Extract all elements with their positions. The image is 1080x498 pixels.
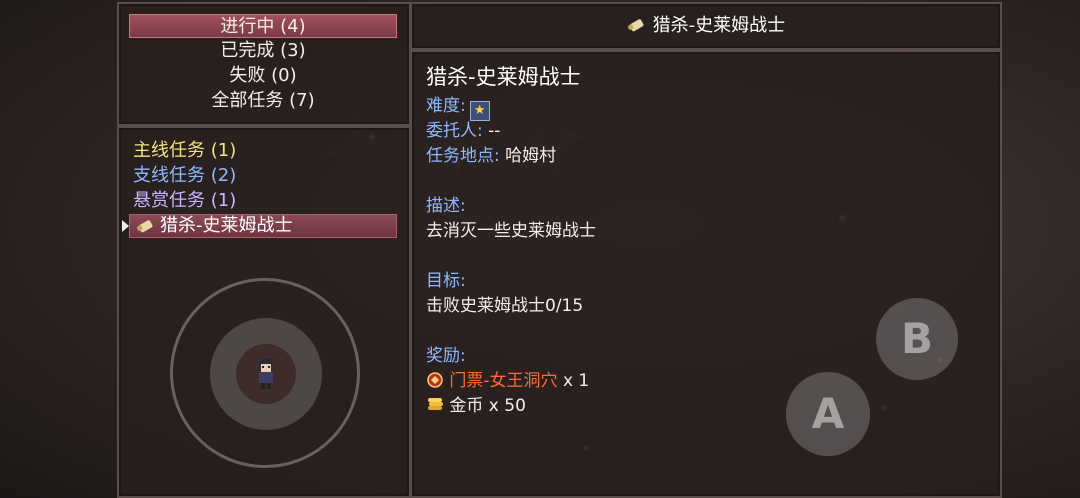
description-value: 去消灭一些史莱姆战士 xyxy=(426,221,596,241)
tab-completed[interactable]: 已完成 (3) xyxy=(129,39,397,63)
player-character xyxy=(259,359,273,389)
reward-label: 奖励: xyxy=(426,346,466,366)
category-bounty-quests[interactable]: 悬赏任务 (1) xyxy=(133,189,236,213)
ticket-icon xyxy=(427,372,443,388)
description-label: 描述: xyxy=(426,196,466,216)
selection-pointer-icon xyxy=(122,220,129,232)
a-button[interactable]: A xyxy=(786,372,870,456)
difficulty-row: 难度: ★ xyxy=(426,95,490,121)
gold-coins-icon xyxy=(428,398,443,410)
game-screen: ✧✦✧ 进行中 (4) 已完成 (3) 失败 (0) 全部任务 (7) 主线任务… xyxy=(0,0,1080,498)
reward-qty: x 50 xyxy=(483,396,526,416)
quest-title: 猎杀-史莱姆战士 xyxy=(652,15,786,36)
reward-name: 门票-女王洞穴 xyxy=(449,371,558,391)
goal-value: 击败史莱姆战士0/15 xyxy=(426,296,584,316)
difficulty-star-icon: ★ xyxy=(469,101,490,121)
tab-in-progress[interactable]: 进行中 (4) xyxy=(129,14,397,38)
quest-name: 猎杀-史莱姆战士 xyxy=(426,65,581,89)
difficulty-label: 难度: xyxy=(426,96,466,116)
quest-list-item-selected[interactable]: 猎杀-史莱姆战士 xyxy=(122,214,397,238)
reward-qty: x 1 xyxy=(557,371,590,391)
tab-failed[interactable]: 失败 (0) xyxy=(129,64,397,88)
status-tabs-panel: 进行中 (4) 已完成 (3) 失败 (0) 全部任务 (7) xyxy=(117,2,411,126)
scroll-icon xyxy=(137,220,153,233)
quest-list-item-label: 猎杀-史莱姆战士 xyxy=(160,215,293,236)
client-label: 委托人: xyxy=(426,121,483,141)
quest-title-bar: 猎杀-史莱姆战士 xyxy=(410,2,1002,50)
goal-label: 目标: xyxy=(426,271,466,291)
reward-item-gold: 金币 x 50 xyxy=(426,395,526,417)
client-value: -- xyxy=(488,121,501,141)
reward-item-ticket: 门票-女王洞穴 x 1 xyxy=(426,370,589,392)
tab-all-quests[interactable]: 全部任务 (7) xyxy=(129,89,397,113)
scroll-icon xyxy=(627,19,644,32)
b-button[interactable]: B xyxy=(876,298,958,380)
title-row: 猎杀-史莱姆战士 xyxy=(412,4,1000,48)
category-main-quests[interactable]: 主线任务 (1) xyxy=(133,139,236,163)
quest-detail-panel: 猎杀-史莱姆战士 难度: ★ 委托人: -- 任务地点: 哈姆村 描述: 去消灭一… xyxy=(410,50,1002,498)
category-side-quests[interactable]: 支线任务 (2) xyxy=(133,164,236,188)
location-row: 任务地点: 哈姆村 xyxy=(426,145,556,167)
reward-name: 金币 xyxy=(449,396,484,416)
location-value: 哈姆村 xyxy=(505,146,557,166)
client-row: 委托人: -- xyxy=(426,120,500,142)
location-label: 任务地点: xyxy=(426,146,500,166)
